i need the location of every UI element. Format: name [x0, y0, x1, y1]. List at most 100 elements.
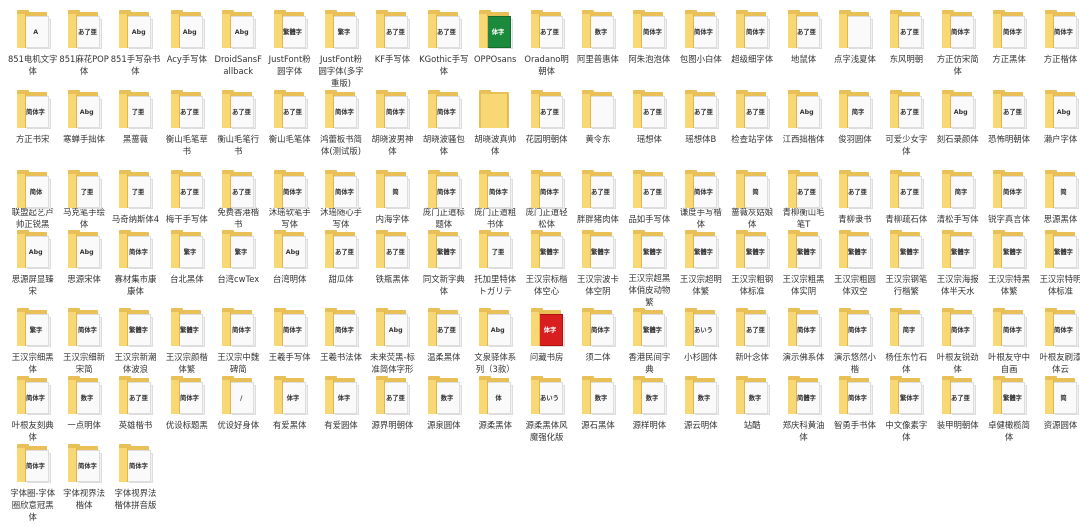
folder-item[interactable]: 繁字 JustFont粉圆字体(多字重版)	[315, 10, 366, 90]
folder-item[interactable]: あ了亜 衡山毛笔行书	[213, 90, 264, 170]
folder-item[interactable]: 简体字 叶根友锐劲体	[932, 308, 983, 376]
folder-item[interactable]: あ了亜 胖胖猪肉体	[572, 170, 623, 230]
folder-item[interactable]: 体字 有爱圆体	[315, 376, 366, 444]
folder-item[interactable]: Abg DroidSansFallback	[213, 10, 264, 90]
folder-item[interactable]: あ了亜 青柳隶书	[829, 170, 880, 230]
folder-item[interactable]: 繁體字 香港民间字典	[624, 308, 675, 376]
folder-item[interactable]: Abg 台湾明体	[264, 230, 315, 308]
folder-item[interactable]: あ了亜 梅干手写体	[161, 170, 212, 230]
folder-item[interactable]: Abg 文泉驿体系列（3款）	[470, 308, 521, 376]
folder-item[interactable]: 简体字 庞门正道标题体	[418, 170, 469, 230]
folder-item[interactable]: 繁體字 王汉宗颜楷体繁	[161, 308, 212, 376]
folder-item[interactable]: あ了亜 Oradano明朝体	[521, 10, 572, 90]
folder-item[interactable]: 简体字 方正仿宋简体	[932, 10, 983, 90]
folder-item[interactable]: 简体字 沐瑶软笔手写体	[264, 170, 315, 230]
folder-item[interactable]: 繁體字 王汉宗粗圆体双空	[829, 230, 880, 308]
folder-item[interactable]: あ了亜 源界明朝体	[367, 376, 418, 444]
folder-item[interactable]: あ了亜 甜瓜体	[315, 230, 366, 308]
folder-item[interactable]: 简体字 庞门正道粗书体	[470, 170, 521, 230]
folder-item[interactable]: A 851电机文字体	[7, 10, 58, 90]
folder-item[interactable]: 了亜 马克笔手绘体	[58, 170, 109, 230]
folder-item[interactable]: あ了亜 KF手写体	[367, 10, 418, 90]
folder-item[interactable]: 简字 清松手写体	[932, 170, 983, 230]
folder-item[interactable]: 体字 有爱黑体	[264, 376, 315, 444]
folder-item[interactable]: 简体字 寡材集市康康体	[110, 230, 161, 308]
folder-item[interactable]: 简体字 叶根友刻典体	[7, 376, 58, 444]
folder-item[interactable]: / 优设好身体	[213, 376, 264, 444]
folder-item[interactable]: 简体字 演示佛系体	[778, 308, 829, 376]
folder-item[interactable]: 数字 源样明体	[624, 376, 675, 444]
folder-item[interactable]: 繁字 台北黑体	[161, 230, 212, 308]
folder-item[interactable]: 简体字 王汉宗中魏碑简	[213, 308, 264, 376]
folder-item[interactable]: 黄令东	[572, 90, 623, 170]
folder-item[interactable]: あ了亜 铁瓶黑体	[367, 230, 418, 308]
folder-item[interactable]: 简体字 字体视界法楷体拼音版	[110, 444, 161, 523]
folder-item[interactable]: 简体字 王羲手写体	[264, 308, 315, 376]
folder-item[interactable]: あ了亜 地鼠体	[778, 10, 829, 90]
folder-item[interactable]: 繁體字 王汉宗超黑体俏皮动物繁	[624, 230, 675, 308]
folder-item[interactable]: 了亜 马奇纳斯体4	[110, 170, 161, 230]
folder-item[interactable]: Abg Acy手写体	[161, 10, 212, 90]
folder-item[interactable]: あ了亜 可爱少女字体	[881, 90, 932, 170]
folder-item[interactable]: 简体字 鸿蕾板书简体(测试版)	[315, 90, 366, 170]
folder-item[interactable]: 简体字 演示悠然小楷	[829, 308, 880, 376]
folder-item[interactable]: 简内海字体	[367, 170, 418, 230]
folder-item[interactable]: 简体字 优设标题黑	[161, 376, 212, 444]
folder-item[interactable]: Abg 刻石录颜体	[932, 90, 983, 170]
folder-item[interactable]: あ了亜 青柳衡山毛笔T	[778, 170, 829, 230]
folder-item[interactable]: あ了亜 温柔黑体	[418, 308, 469, 376]
folder-item[interactable]: 简体字 锐字真言体	[983, 170, 1034, 230]
folder-item[interactable]: Abg 濑户字体	[1035, 90, 1080, 170]
folder-item[interactable]: 点字浅夏体	[829, 10, 880, 90]
folder-item[interactable]: あ了亜 瑶想体	[624, 90, 675, 170]
folder-item[interactable]: 简体字 包图小白体	[675, 10, 726, 90]
folder-item[interactable]: 繁體字 王汉宗波卡体空阴	[572, 230, 623, 308]
folder-item[interactable]: 简体字 王羲书法体	[315, 308, 366, 376]
folder-item[interactable]: 繁體字 王汉宗新潮体波浪	[110, 308, 161, 376]
folder-item[interactable]: あ了亜 青柳疏石体	[881, 170, 932, 230]
folder-item[interactable]: 繁體字 王汉宗标楷体空心	[521, 230, 572, 308]
folder-item[interactable]: 繁體字 王汉宗粗钢体标准	[726, 230, 777, 308]
folder-item[interactable]: 胡晓波真帅体	[470, 90, 521, 170]
folder-item[interactable]: 简体字 方正书宋	[7, 90, 58, 170]
folder-item[interactable]: 简资源圆体	[1035, 376, 1080, 444]
folder-item[interactable]: 繁體字 王汉宗粗黑体实阴	[778, 230, 829, 308]
folder-item[interactable]: 简体字 须二体	[572, 308, 623, 376]
folder-item[interactable]: 数字 一点明体	[58, 376, 109, 444]
folder-item[interactable]: Abg 未来荧黑-标准简体字形	[367, 308, 418, 376]
folder-item[interactable]: Abg 思源宋体	[58, 230, 109, 308]
folder-item[interactable]: あ了亜 品如手写体	[624, 170, 675, 230]
folder-item[interactable]: 简体字 阿朱泡泡体	[624, 10, 675, 90]
folder-item[interactable]: 简体字 超级细字体	[726, 10, 777, 90]
folder-item[interactable]: 了亜 托加里特体トガリテ	[470, 230, 521, 308]
folder-item[interactable]: 简体字 方正黑体	[983, 10, 1034, 90]
folder-item[interactable]: 体字 问藏书房	[521, 308, 572, 376]
folder-item[interactable]: 繁体字 中文像素字体	[881, 376, 932, 444]
folder-item[interactable]: Abg 寒蝉手拙体	[58, 90, 109, 170]
folder-item[interactable]: 简思源黑体	[1035, 170, 1080, 230]
folder-item[interactable]: 简體字 郑庆科黄油体	[778, 376, 829, 444]
folder-item[interactable]: 简体字 谦度手写楷体	[675, 170, 726, 230]
folder-item[interactable]: 繁字 王汉宗细黑体	[7, 308, 58, 376]
folder-item[interactable]: 简体字 沐瑶随心手写体	[315, 170, 366, 230]
folder-item[interactable]: あいう 源柔黑体风魔强化版	[521, 376, 572, 444]
folder-item[interactable]: 简字 杨任东竹石体	[881, 308, 932, 376]
folder-item[interactable]: 繁體字 王汉宗超明体繁	[675, 230, 726, 308]
folder-item[interactable]: あ了亜 花园明朝体	[521, 90, 572, 170]
folder-item[interactable]: 繁體字 卓健橄榄简体	[983, 376, 1034, 444]
folder-item[interactable]: 简体字 王汉宗细新宋简	[58, 308, 109, 376]
folder-item[interactable]: 数字 源云明体	[675, 376, 726, 444]
folder-item[interactable]: 体源柔黑体	[470, 376, 521, 444]
folder-item[interactable]: あ了亜 瑶想体B	[675, 90, 726, 170]
folder-item[interactable]: 数字 阿里普惠体	[572, 10, 623, 90]
folder-item[interactable]: 繁體字 王汉宗特明体标准	[1035, 230, 1080, 308]
folder-item[interactable]: あ了亜 新叶念体	[726, 308, 777, 376]
folder-item[interactable]: 繁體字 JustFont粉圆字体	[264, 10, 315, 90]
folder-item[interactable]: あ了亜 免费香港楷书	[213, 170, 264, 230]
folder-item[interactable]: 繁體字 王汉宗海报体半天水	[932, 230, 983, 308]
folder-item[interactable]: あ了亜 衡山毛笔草书	[161, 90, 212, 170]
folder-item[interactable]: Abg 思源屏显臻宋	[7, 230, 58, 308]
folder-item[interactable]: 简体字 胡晓波男神体	[367, 90, 418, 170]
folder-item[interactable]: 了亜 黑蔷薇	[110, 90, 161, 170]
folder-item[interactable]: あ了亜 衡山毛笔体	[264, 90, 315, 170]
